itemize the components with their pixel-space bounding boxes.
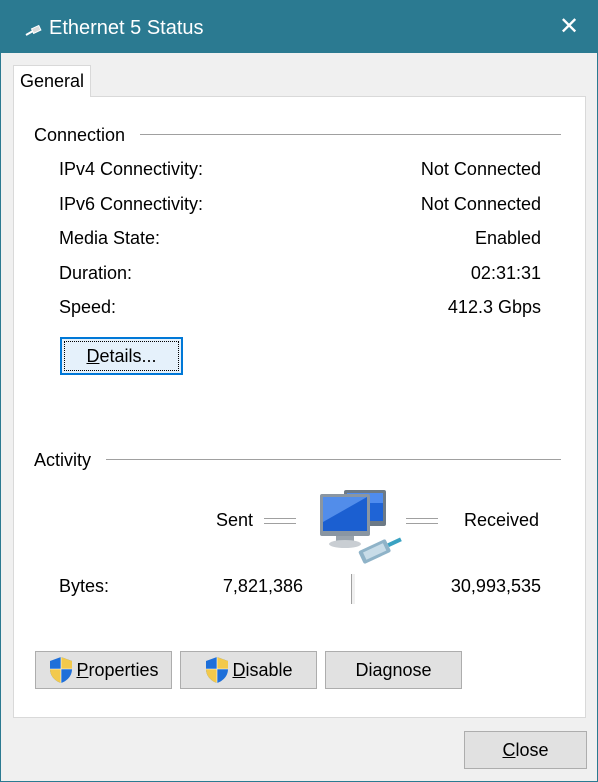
diagnose-button[interactable]: Diagnose bbox=[325, 651, 462, 689]
close-button[interactable]: Close bbox=[464, 731, 587, 769]
title-bar[interactable]: Ethernet 5 Status ✕ bbox=[1, 1, 597, 53]
connection-heading: Connection bbox=[34, 124, 132, 146]
duration-label: Duration: bbox=[59, 263, 133, 283]
uac-shield-icon bbox=[48, 656, 74, 684]
bytes-sent-value: 7,821,386 bbox=[222, 576, 303, 596]
ipv6-label: IPv6 Connectivity: bbox=[59, 194, 204, 214]
media-state-value: Enabled bbox=[474, 228, 541, 248]
tab-panel-general: Connection IPv4 Connectivity: Not Connec… bbox=[13, 96, 586, 718]
window-title: Ethernet 5 Status bbox=[49, 17, 204, 39]
bytes-label: Bytes: bbox=[59, 576, 110, 596]
speed-label: Speed: bbox=[59, 297, 117, 317]
sent-label: Sent bbox=[216, 510, 254, 530]
disable-button-label: Disable bbox=[232, 659, 293, 680]
ipv4-label: IPv4 Connectivity: bbox=[59, 159, 204, 179]
close-window-button[interactable]: ✕ bbox=[541, 1, 597, 53]
uac-shield-icon bbox=[204, 656, 230, 684]
properties-button[interactable]: Properties bbox=[35, 651, 172, 689]
ethernet-icon bbox=[25, 21, 43, 36]
properties-button-label: Properties bbox=[76, 659, 159, 680]
tab-general-label: General bbox=[19, 71, 85, 91]
bytes-separator bbox=[351, 574, 356, 604]
ipv4-value: Not Connected bbox=[420, 159, 541, 179]
activity-heading: Activity bbox=[34, 449, 98, 471]
tab-general[interactable]: General bbox=[13, 65, 91, 97]
network-computers-icon bbox=[314, 482, 410, 572]
speed-value: 412.3 Gbps bbox=[447, 297, 541, 317]
activity-divider bbox=[106, 459, 561, 460]
details-button[interactable]: Details... bbox=[60, 337, 183, 375]
bytes-received-value: 30,993,535 bbox=[450, 576, 541, 596]
close-button-label: Close bbox=[502, 739, 549, 760]
media-state-label: Media State: bbox=[59, 228, 161, 248]
ipv6-value: Not Connected bbox=[420, 194, 541, 214]
sent-line bbox=[264, 518, 296, 524]
diagnose-button-label: Diagnose bbox=[355, 659, 432, 680]
disable-button[interactable]: Disable bbox=[180, 651, 317, 689]
status-dialog: Ethernet 5 Status ✕ General Connection I… bbox=[0, 0, 598, 782]
received-label: Received bbox=[464, 510, 540, 530]
connection-divider bbox=[140, 134, 561, 135]
details-button-label: Details... bbox=[86, 345, 157, 366]
received-line bbox=[406, 518, 438, 524]
close-icon: ✕ bbox=[558, 13, 580, 40]
duration-value: 02:31:31 bbox=[470, 263, 541, 283]
